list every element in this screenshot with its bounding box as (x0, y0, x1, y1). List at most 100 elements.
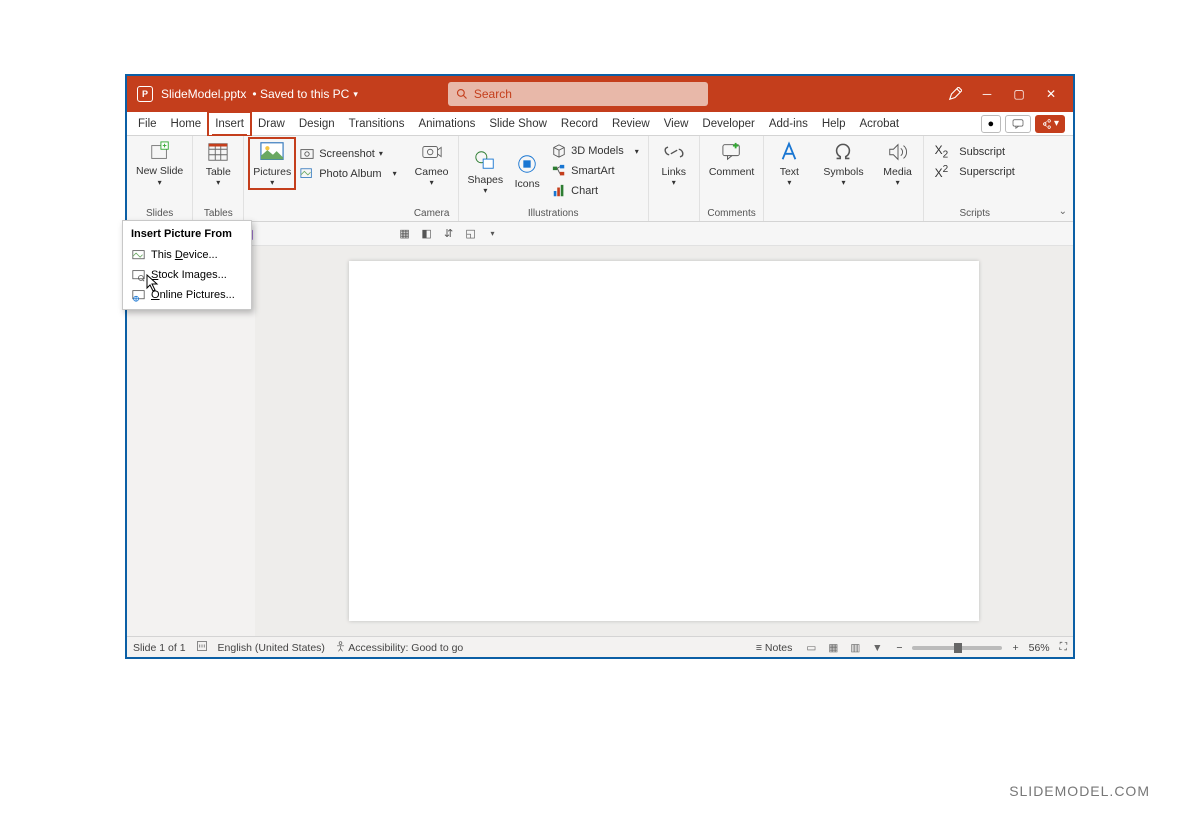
minimize-button[interactable]: ─ (971, 76, 1003, 112)
omega-icon (831, 140, 855, 164)
tab-developer[interactable]: Developer (695, 112, 761, 136)
collapse-ribbon-icon[interactable]: ⌄ (1059, 206, 1067, 217)
comments-pane-button[interactable] (1005, 115, 1031, 133)
search-input[interactable]: Search (448, 82, 708, 106)
photo-album-button[interactable]: Photo Album ▾ (297, 165, 398, 183)
maximize-button[interactable]: ▢ (1003, 76, 1035, 112)
group-illustrations: Shapes▾ Icons 3D Models ▾ SmartArt Chart… (459, 136, 649, 221)
qat-icon-1[interactable]: ▦ (397, 226, 413, 242)
filename: SlideModel.pptx (161, 87, 246, 101)
zoom-level[interactable]: 56% (1029, 642, 1050, 654)
chart-button[interactable]: Chart (549, 182, 641, 200)
symbols-button[interactable]: Symbols▾ (819, 138, 867, 189)
tab-view[interactable]: View (657, 112, 696, 136)
smartart-button[interactable]: SmartArt (549, 162, 641, 180)
shapes-icon (473, 148, 497, 172)
group-scripts: X2 Subscript X2 Superscript Scripts (924, 136, 1026, 221)
media-button[interactable]: Media▾ (878, 138, 918, 189)
menu-this-device[interactable]: This Device... (123, 245, 251, 265)
slide-canvas-area (255, 246, 1073, 636)
cameo-button[interactable]: Cameo▾ (411, 138, 453, 189)
share-button[interactable]: ▾ (1035, 115, 1065, 133)
zoom-slider[interactable] (912, 646, 1002, 650)
superscript-button[interactable]: X2 Superscript (933, 163, 1017, 181)
ribbon: New Slide▾ Slides Table▾ Tables Pictures… (127, 136, 1073, 222)
group-slides: New Slide▾ Slides (127, 136, 193, 221)
subscript-button[interactable]: X2 Subscript (933, 142, 1017, 161)
tab-transitions[interactable]: Transitions (342, 112, 412, 136)
tab-draw[interactable]: Draw (251, 112, 292, 136)
tab-acrobat[interactable]: Acrobat (853, 112, 907, 136)
slideshow-view-button[interactable]: ▼ (868, 641, 886, 655)
group-camera: Cameo▾ Camera (406, 136, 459, 221)
group-text: Text▾ (764, 136, 814, 221)
group-label-camera: Camera (414, 208, 450, 219)
save-status: Saved to this PC (260, 87, 349, 101)
group-images: Pictures▾ Screenshot▾ Photo Album ▾ (244, 136, 405, 221)
comment-icon (720, 140, 744, 164)
tab-help[interactable]: Help (815, 112, 853, 136)
normal-view-button[interactable]: ▭ (802, 641, 820, 655)
table-button[interactable]: Table▾ (198, 138, 238, 189)
view-buttons: ▭ ▦ ▥ ▼ (802, 641, 886, 655)
reading-view-button[interactable]: ▥ (846, 641, 864, 655)
pictures-button[interactable]: Pictures▾ (249, 138, 295, 189)
slide-canvas[interactable] (349, 261, 979, 621)
screenshot-icon (299, 146, 315, 162)
qat-icon-4[interactable]: ◱ (463, 226, 479, 242)
zoom-in-button[interactable]: + (1012, 642, 1018, 654)
tab-design[interactable]: Design (292, 112, 342, 136)
new-slide-button[interactable]: New Slide▾ (132, 138, 187, 189)
group-label-slides: Slides (146, 208, 173, 219)
tab-file[interactable]: File (131, 112, 164, 136)
search-icon (456, 88, 468, 100)
menu-online-pictures[interactable]: Online Pictures... (123, 285, 251, 305)
language-status[interactable]: English (United States) (218, 642, 325, 654)
tab-home[interactable]: Home (164, 112, 209, 136)
menu-stock-images[interactable]: Stock Images... (123, 265, 251, 285)
group-label-scripts: Scripts (959, 208, 990, 219)
record-indicator[interactable]: ● (981, 115, 1002, 133)
editing-area: 1 (127, 246, 1073, 636)
group-media: Media▾ (873, 136, 924, 221)
qat-icon-2[interactable]: ◧ (419, 226, 435, 242)
photo-album-icon (299, 166, 315, 182)
fit-to-window-button[interactable]: ⛶ (1060, 641, 1067, 654)
sorter-view-button[interactable]: ▦ (824, 641, 842, 655)
icons-button[interactable]: Icons (507, 138, 547, 204)
chevron-down-icon[interactable]: ▾ (353, 89, 358, 100)
speaker-icon (886, 140, 910, 164)
3d-models-button[interactable]: 3D Models ▾ (549, 142, 641, 160)
text-button[interactable]: Text▾ (769, 138, 809, 189)
zoom-out-button[interactable]: − (896, 642, 902, 654)
text-icon (777, 140, 801, 164)
group-label-illustrations: Illustrations (528, 208, 579, 219)
screenshot-button[interactable]: Screenshot▾ (297, 145, 398, 163)
qat-icon-3[interactable]: ⇵ (441, 226, 457, 242)
tab-record[interactable]: Record (554, 112, 605, 136)
tab-animations[interactable]: Animations (411, 112, 482, 136)
group-comments: Comment Comments (700, 136, 765, 221)
group-label-comments: Comments (707, 208, 755, 219)
group-tables: Table▾ Tables (193, 136, 244, 221)
tab-addins[interactable]: Add-ins (762, 112, 815, 136)
accessibility-status[interactable]: Accessibility: Good to go (335, 641, 463, 654)
tab-insert[interactable]: Insert (208, 112, 251, 136)
slide-counter[interactable]: Slide 1 of 1 (133, 642, 186, 654)
quick-access-toolbar: AutoSave Off ▦ ◧ ⇵ ◱ ▾ (127, 222, 1073, 246)
shapes-button[interactable]: Shapes▾ (464, 138, 508, 204)
close-button[interactable]: ✕ (1035, 76, 1067, 112)
links-button[interactable]: Links▾ (654, 138, 694, 189)
comment-button[interactable]: Comment (705, 138, 759, 180)
insert-picture-dropdown: Insert Picture From This Device... Stock… (122, 220, 252, 310)
powerpoint-icon: P (137, 86, 153, 102)
icons-icon (515, 152, 539, 176)
globe-icon (131, 288, 145, 302)
tab-slideshow[interactable]: Slide Show (482, 112, 554, 136)
pen-icon[interactable] (939, 76, 971, 112)
qat-dropdown[interactable]: ▾ (485, 226, 501, 242)
tab-review[interactable]: Review (605, 112, 657, 136)
spell-check-icon[interactable] (196, 640, 208, 655)
group-label-tables: Tables (204, 208, 233, 219)
notes-button[interactable]: ≡ Notes (756, 642, 792, 654)
